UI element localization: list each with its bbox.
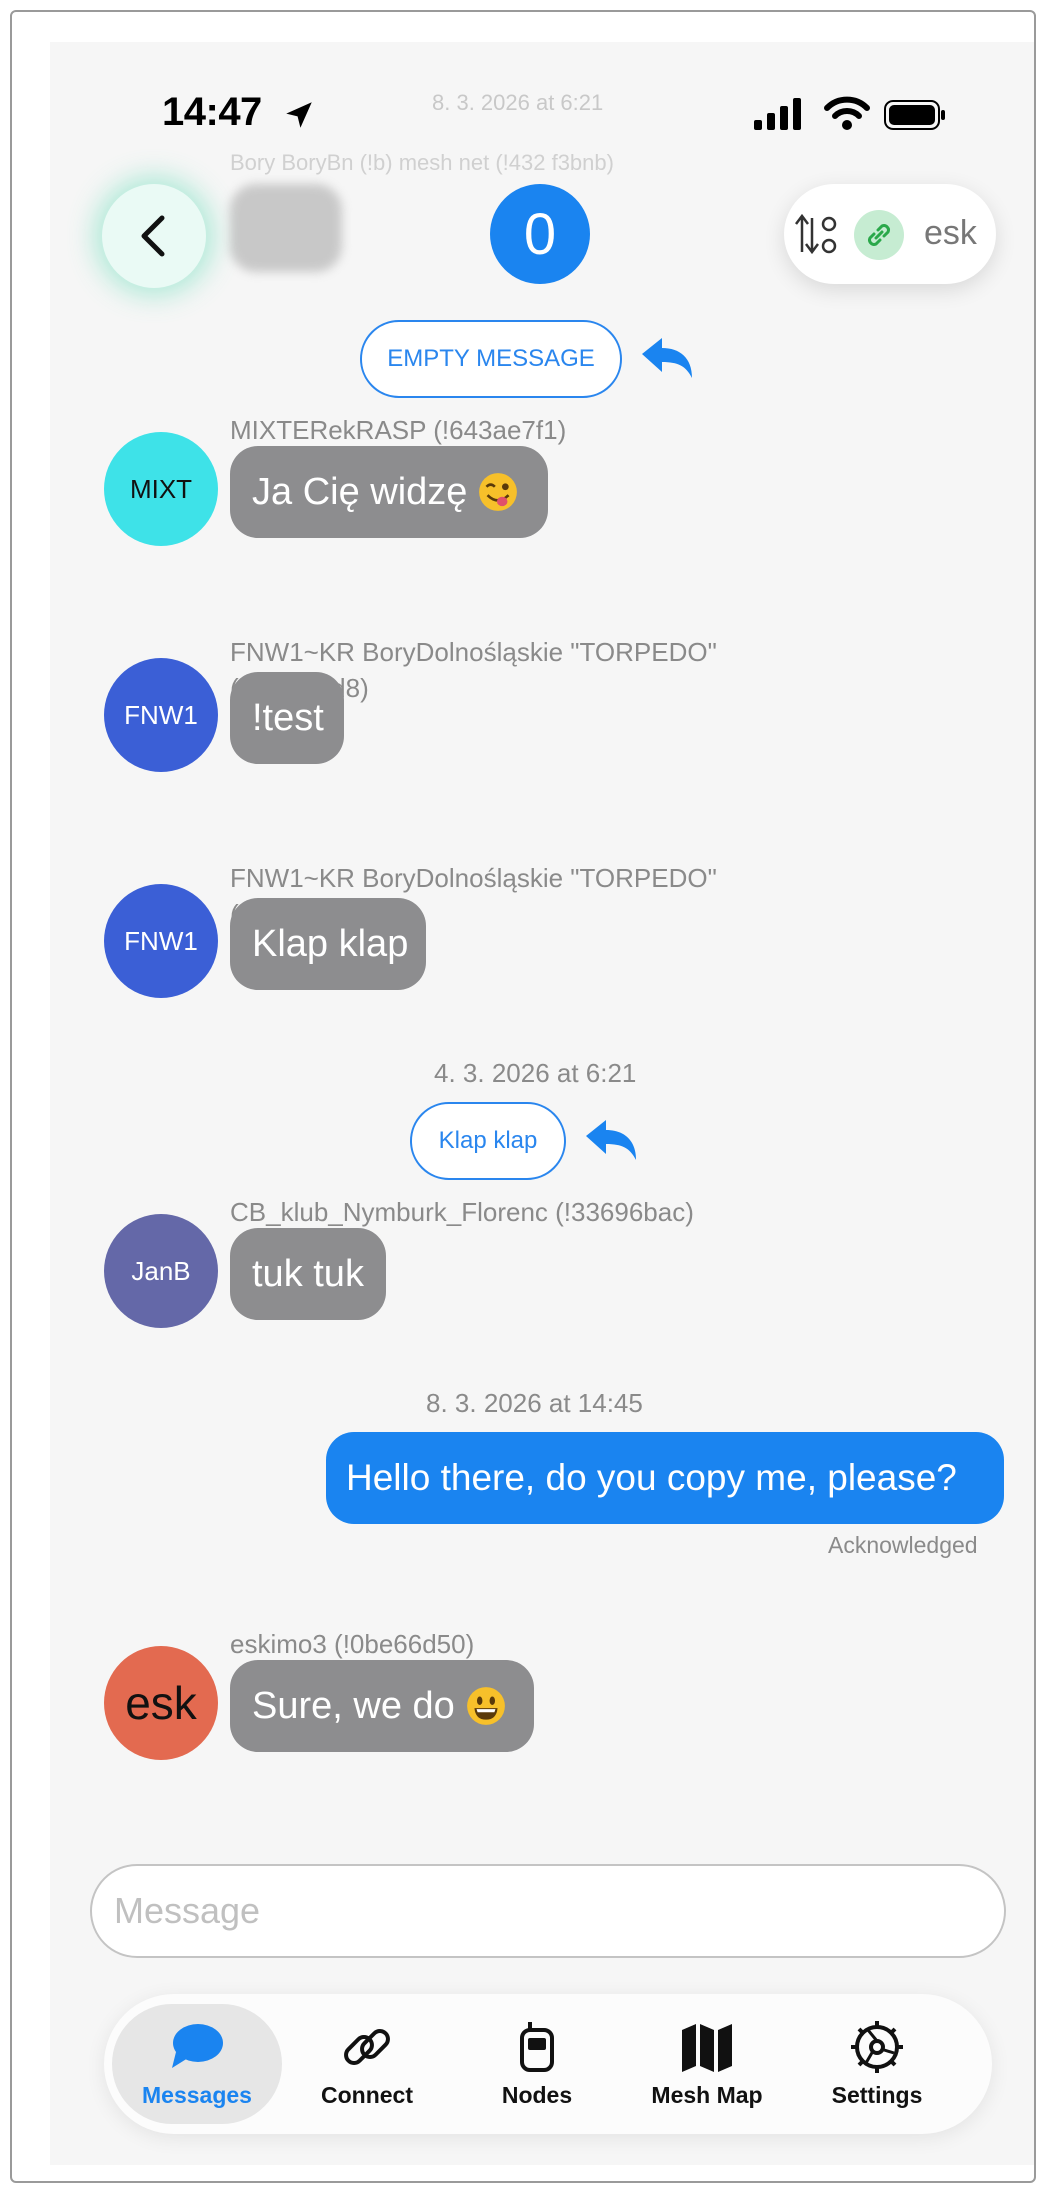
reply-arrow-icon	[642, 338, 692, 378]
message-text: Hello there, do you copy me, please?	[346, 1457, 957, 1498]
node-short-name: esk	[924, 214, 977, 252]
device-frame: 8. 3. 2026 at 6:21 Bory BoryBn (!b) mesh…	[10, 10, 1036, 2183]
tab-label: Messages	[142, 2082, 252, 2108]
tab-messages[interactable]: Messages	[112, 2004, 282, 2124]
message-sender: CB_klub_Nymburk_Florenc (!33696bac)	[230, 1197, 694, 1227]
outgoing-message-bubble[interactable]: Hello there, do you copy me, please?	[326, 1432, 1004, 1524]
tab-bar: Messages Connect Nodes Mesh Map Settings	[104, 1994, 992, 2134]
message-text: Klap klap	[252, 922, 409, 965]
faded-message-bubble	[230, 184, 342, 272]
message-bubble[interactable]: Klap klap	[230, 898, 426, 990]
message-sender: eskimo3 (!0be66d50)	[230, 1629, 475, 1659]
sort-arrows-icon	[795, 213, 837, 255]
message-input[interactable]	[90, 1864, 1006, 1958]
tab-settings[interactable]: Settings	[792, 2004, 962, 2124]
reply-quote-pill[interactable]: EMPTY MESSAGE	[360, 320, 622, 398]
gear-icon	[851, 2021, 903, 2073]
avatar[interactable]: FNW1	[104, 884, 218, 998]
status-time: 14:47	[162, 90, 262, 134]
message-text: !test	[252, 696, 324, 739]
tab-mesh-map[interactable]: Mesh Map	[622, 2004, 792, 2124]
date-separator: 8. 3. 2026 at 14:45	[426, 1388, 643, 1418]
tab-nodes[interactable]: Nodes	[452, 2004, 622, 2124]
message-text: Sure, we do	[252, 1684, 455, 1727]
avatar-label: FNW1	[124, 925, 198, 956]
grinning-face-icon	[466, 1687, 505, 1725]
winking-face-with-tongue-icon	[479, 473, 518, 511]
reply-quote-pill[interactable]: Klap klap	[410, 1102, 566, 1180]
avatar-label: JanB	[131, 1255, 191, 1286]
location-arrow-icon	[286, 102, 312, 128]
back-button[interactable]	[102, 184, 206, 288]
message-text: tuk tuk	[252, 1252, 364, 1295]
reply-arrow-icon	[586, 1120, 636, 1160]
node-info-button[interactable]: esk	[784, 184, 996, 284]
chevron-left-icon	[141, 215, 165, 257]
tab-label: Mesh Map	[651, 2082, 763, 2108]
link-icon	[344, 2029, 390, 2065]
message-bubble[interactable]: tuk tuk	[230, 1228, 386, 1320]
delivery-status: Acknowledged	[828, 1532, 978, 1558]
avatar[interactable]: esk	[104, 1646, 218, 1760]
avatar-label: FNW1	[124, 699, 198, 730]
chat-bubble-icon	[172, 2024, 223, 2068]
wifi-icon	[824, 96, 870, 130]
tab-connect[interactable]: Connect	[282, 2004, 452, 2124]
message-bubble[interactable]: Sure, we do	[230, 1660, 534, 1752]
avatar[interactable]: JanB	[104, 1214, 218, 1328]
avatar[interactable]: MIXT	[104, 432, 218, 546]
message-sender: MIXTERekRASP (!643ae7f1)	[230, 415, 567, 445]
map-icon	[682, 2024, 732, 2072]
message-bubble[interactable]: !test	[230, 672, 344, 764]
date-separator: 4. 3. 2026 at 6:21	[434, 1058, 637, 1088]
app-screen: 8. 3. 2026 at 6:21 Bory BoryBn (!b) mesh…	[50, 42, 1034, 2165]
tab-label: Connect	[321, 2082, 413, 2108]
battery-icon	[884, 100, 945, 130]
avatar[interactable]: FNW1	[104, 658, 218, 772]
avatar-label: MIXT	[129, 473, 193, 504]
message-text: Ja Cię widzę	[252, 470, 468, 513]
link-status-icon	[854, 210, 904, 260]
tab-label: Nodes	[501, 2082, 573, 2108]
unread-count-badge: 0	[490, 184, 590, 284]
avatar-label: esk	[125, 1677, 197, 1729]
radio-device-icon	[520, 2022, 554, 2072]
message-bubble[interactable]: Ja Cię widzę	[230, 446, 548, 538]
cellular-signal-icon	[754, 98, 801, 130]
faded-date-header: 8. 3. 2026 at 6:21	[432, 90, 604, 115]
faded-sender-label: Bory BoryBn (!b) mesh net (!432 f3bnb)	[230, 150, 614, 175]
tab-label: Settings	[831, 2082, 923, 2108]
